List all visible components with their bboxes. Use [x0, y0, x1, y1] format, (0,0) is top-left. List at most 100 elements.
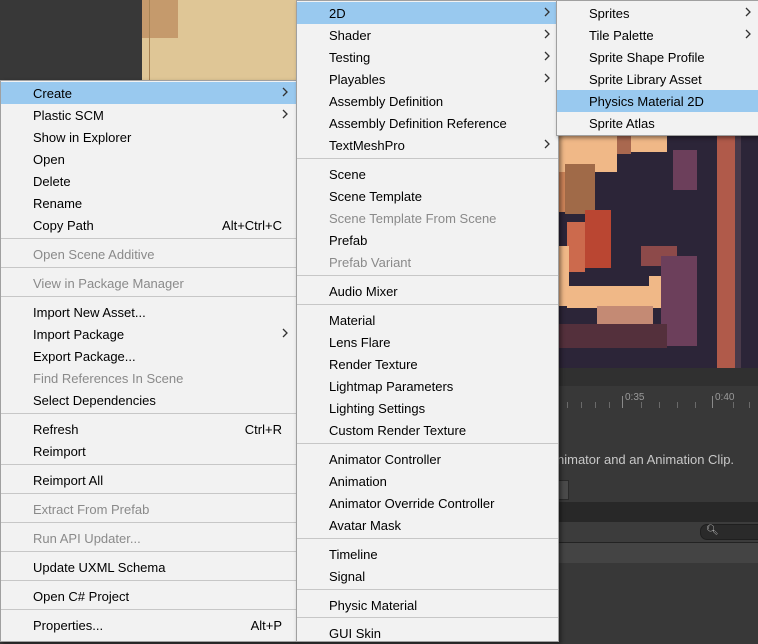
context-item-copy-path[interactable]: Copy Path Alt+Ctrl+C: [1, 214, 296, 236]
menu-item-label: Prefab Variant: [329, 255, 412, 270]
menu-separator: [297, 589, 558, 590]
menu-item-label: Timeline: [329, 547, 378, 562]
context-item-reimport-all[interactable]: Reimport All: [1, 469, 296, 491]
menu-item-label: 2D: [329, 6, 346, 21]
context-item-create[interactable]: Create: [1, 82, 296, 104]
context-item-view-in-package-manager: View in Package Manager: [1, 272, 296, 294]
context-item-update-uxml-schema[interactable]: Update UXML Schema: [1, 556, 296, 578]
create-item-animator-controller[interactable]: Animator Controller: [297, 448, 558, 470]
create-item-gui-skin[interactable]: GUI Skin: [297, 622, 558, 644]
create-item-prefab[interactable]: Prefab: [297, 229, 558, 251]
create-item-timeline[interactable]: Timeline: [297, 543, 558, 565]
create-item-assembly-definition[interactable]: Assembly Definition: [297, 90, 558, 112]
2d-item-sprites[interactable]: Sprites: [557, 2, 758, 24]
menu-separator: [1, 493, 296, 494]
menu-item-label: Scene: [329, 167, 366, 182]
context-item-reimport[interactable]: Reimport: [1, 440, 296, 462]
menu-separator: [1, 267, 296, 268]
context-item-show-in-explorer[interactable]: Show in Explorer: [1, 126, 296, 148]
editor-panel-topleft: [0, 0, 142, 80]
menu-item-label: TextMeshPro: [329, 138, 405, 153]
context-item-refresh[interactable]: Refresh Ctrl+R: [1, 418, 296, 440]
menu-item-label: Audio Mixer: [329, 284, 398, 299]
timeline-ruler[interactable]: 0:35 0:40: [557, 386, 758, 411]
create-item-lighting-settings[interactable]: Lighting Settings: [297, 397, 558, 419]
create-item-prefab-variant: Prefab Variant: [297, 251, 558, 273]
submenu-arrow-icon: [745, 29, 751, 39]
create-item-assembly-definition-reference[interactable]: Assembly Definition Reference: [297, 112, 558, 134]
create-item-testing[interactable]: Testing: [297, 46, 558, 68]
create-item-2d[interactable]: 2D: [297, 2, 558, 24]
context-item-plastic-scm[interactable]: Plastic SCM: [1, 104, 296, 126]
create-item-scene[interactable]: Scene: [297, 163, 558, 185]
create-item-animator-override-controller[interactable]: Animator Override Controller: [297, 492, 558, 514]
menu-item-label: Rename: [33, 196, 83, 211]
create-item-animation[interactable]: Animation: [297, 470, 558, 492]
create-item-textmeshpro[interactable]: TextMeshPro: [297, 134, 558, 156]
menu-item-label: Shader: [329, 28, 371, 43]
create-item-shader[interactable]: Shader: [297, 24, 558, 46]
2d-item-physics-material-2d[interactable]: Physics Material 2D: [557, 90, 758, 112]
menu-item-label: Tile Palette: [589, 28, 654, 43]
menu-separator: [297, 443, 558, 444]
panel-body: [557, 563, 758, 640]
create-item-scene-template[interactable]: Scene Template: [297, 185, 558, 207]
create-item-render-texture[interactable]: Render Texture: [297, 353, 558, 375]
menu-separator: [1, 296, 296, 297]
2d-item-sprite-shape-profile[interactable]: Sprite Shape Profile: [557, 46, 758, 68]
menu-item-label: Find References In Scene: [33, 371, 184, 386]
search-field[interactable]: 🔍︎: [700, 524, 758, 540]
context-item-delete[interactable]: Delete: [1, 170, 296, 192]
context-item-select-dependencies[interactable]: Select Dependencies: [1, 389, 296, 411]
create-item-material[interactable]: Material: [297, 309, 558, 331]
context-item-export-package[interactable]: Export Package...: [1, 345, 296, 367]
create-item-lens-flare[interactable]: Lens Flare: [297, 331, 558, 353]
2d-submenu: Sprites Tile Palette Sprite Shape Profile S…: [556, 0, 758, 136]
context-item-find-references-in-scene: Find References In Scene: [1, 367, 296, 389]
context-item-rename[interactable]: Rename: [1, 192, 296, 214]
ruler-label: 0:40: [715, 392, 735, 403]
menu-item-label: Avatar Mask: [329, 518, 402, 533]
menu-item-label: Refresh: [33, 422, 79, 437]
menu-item-label: Update UXML Schema: [33, 560, 166, 575]
menu-item-label: Open: [33, 152, 65, 167]
context-item-open-c-project[interactable]: Open C# Project: [1, 585, 296, 607]
create-item-playables[interactable]: Playables: [297, 68, 558, 90]
menu-item-label: Export Package...: [33, 349, 136, 364]
menu-item-label: Sprite Library Asset: [589, 72, 702, 87]
context-item-open[interactable]: Open: [1, 148, 296, 170]
create-item-signal[interactable]: Signal: [297, 565, 558, 587]
menu-item-label: Assembly Definition: [329, 94, 444, 109]
2d-item-sprite-atlas[interactable]: Sprite Atlas: [557, 112, 758, 134]
context-item-import-package[interactable]: Import Package: [1, 323, 296, 345]
menu-item-label: Reimport All: [33, 473, 104, 488]
menu-item-label: Plastic SCM: [33, 108, 104, 123]
context-item-properties[interactable]: Properties... Alt+P: [1, 614, 296, 636]
menu-separator: [297, 275, 558, 276]
2d-item-tile-palette[interactable]: Tile Palette: [557, 24, 758, 46]
menu-item-label: Lighting Settings: [329, 401, 426, 416]
submenu-arrow-icon: [745, 7, 751, 17]
create-item-avatar-mask[interactable]: Avatar Mask: [297, 514, 558, 536]
project-context-menu: Create Plastic SCM Show in Explorer Open Del…: [0, 80, 297, 642]
create-submenu: 2D Shader Testing Playables Assembly Definit…: [296, 0, 559, 642]
menu-separator: [1, 551, 296, 552]
submenu-arrow-icon: [544, 29, 550, 39]
create-item-physic-material[interactable]: Physic Material: [297, 594, 558, 616]
menu-item-label: Sprite Shape Profile: [589, 50, 705, 65]
create-item-custom-render-texture[interactable]: Custom Render Texture: [297, 419, 558, 441]
menu-item-label: Extract From Prefab: [33, 502, 150, 517]
menu-separator: [297, 538, 558, 539]
submenu-arrow-icon: [544, 51, 550, 61]
menu-separator: [1, 522, 296, 523]
menu-item-label: Delete: [33, 174, 71, 189]
submenu-arrow-icon: [544, 73, 550, 83]
sprite-preview-canvas: [557, 136, 758, 368]
create-item-lightmap-parameters[interactable]: Lightmap Parameters: [297, 375, 558, 397]
2d-item-sprite-library-asset[interactable]: Sprite Library Asset: [557, 68, 758, 90]
context-item-open-scene-additive: Open Scene Additive: [1, 243, 296, 265]
create-item-audio-mixer[interactable]: Audio Mixer: [297, 280, 558, 302]
menu-separator: [297, 158, 558, 159]
submenu-arrow-icon: [544, 7, 550, 17]
context-item-import-new-asset[interactable]: Import New Asset...: [1, 301, 296, 323]
